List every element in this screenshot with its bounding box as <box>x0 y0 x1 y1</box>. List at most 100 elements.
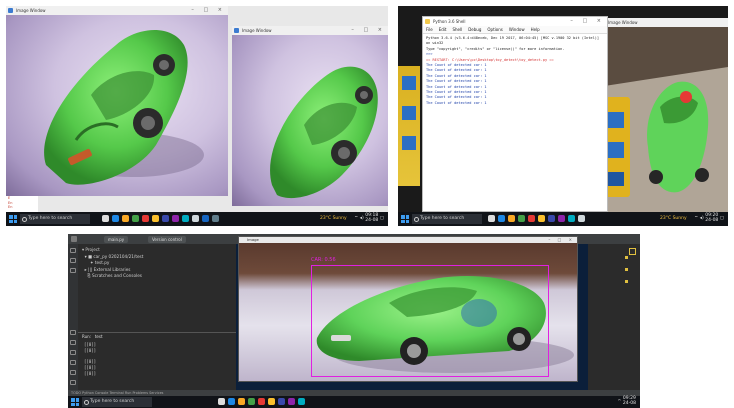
camera-frame <box>598 27 728 212</box>
clock[interactable]: 09:18 24-08 <box>365 213 378 223</box>
run-tab[interactable]: Run: test <box>82 334 103 339</box>
structure-icon[interactable] <box>70 258 76 263</box>
settings-icon[interactable] <box>70 380 76 385</box>
shell-menu-item-window[interactable]: Window <box>509 27 525 32</box>
file-explorer-icon[interactable] <box>508 215 515 222</box>
app-icon[interactable] <box>212 215 219 222</box>
detection-window-title: Image <box>247 237 259 242</box>
shell-menu-item-debug[interactable]: Debug <box>468 27 481 32</box>
project-icon[interactable] <box>70 248 76 253</box>
file-explorer-icon[interactable] <box>122 215 129 222</box>
windows-start-icon[interactable] <box>9 215 17 223</box>
bookmark-icon[interactable] <box>70 268 76 273</box>
volume-icon[interactable]: ◂) <box>700 216 704 221</box>
camera-frame <box>6 15 228 196</box>
taskbar-pinned-apps <box>488 215 585 223</box>
taskbar-search-box[interactable]: Type here to search <box>82 397 152 407</box>
taskbar-search-box[interactable]: Type here to search <box>412 214 482 224</box>
shell-menu-item-edit[interactable]: Edit <box>439 27 447 32</box>
python-icon[interactable] <box>162 215 169 222</box>
run-icon[interactable] <box>70 330 76 335</box>
weather-widget[interactable]: 23°C Sunny <box>320 216 347 221</box>
problems-icon[interactable] <box>70 370 76 375</box>
wifi-icon[interactable]: ⌔ <box>694 216 698 221</box>
warning-icon[interactable] <box>629 248 636 255</box>
windows-start-icon[interactable] <box>401 215 409 223</box>
console-icon[interactable] <box>70 350 76 355</box>
shell-menu-item-help[interactable]: Help <box>531 27 540 32</box>
app-icon[interactable] <box>288 398 295 405</box>
app-icon[interactable] <box>578 215 585 222</box>
detection-image-window[interactable]: Image – □ × CAR: 0.56 <box>238 236 578 382</box>
screenshot-python-shell-and-camera: Image Window Python 3.6 Shell – □ × File… <box>398 6 728 226</box>
taskbar-search-placeholder: Type here to search <box>90 399 135 404</box>
notification-icon[interactable]: ▢ <box>720 216 724 221</box>
weather-widget[interactable]: 23°C Sunny <box>660 216 687 221</box>
marker-icon <box>625 256 628 259</box>
wifi-icon[interactable]: ⌔ <box>354 216 358 221</box>
image-window-secondary[interactable]: Image Window – □ × <box>232 26 388 206</box>
volume-icon[interactable]: ◂) <box>360 216 364 221</box>
edge-icon[interactable] <box>112 215 119 222</box>
wifi-icon[interactable]: ⌔ <box>617 400 621 405</box>
taskbar-search-placeholder: Type here to search <box>28 216 73 221</box>
app-icon[interactable] <box>192 215 199 222</box>
taskbar-pinned-apps <box>102 215 219 223</box>
camera-window[interactable]: Image Window <box>598 18 728 212</box>
tab-version-control[interactable]: Version control <box>148 236 186 243</box>
ide-editor-right <box>588 244 640 396</box>
debug-icon[interactable] <box>70 340 76 345</box>
app-icon[interactable] <box>558 215 565 222</box>
camera-window-titlebar[interactable]: Image Window <box>598 18 728 27</box>
project-tree[interactable]: ▾ Project ▾ ■ car_py 0202104/21/test ✦ t… <box>82 247 143 280</box>
shell-output[interactable]: Python 3.6.4 (v3.6.4:d48eceb, Dec 19 201… <box>423 34 607 211</box>
windows-taskbar: Type here to search ⌔ 09:29 24-08 <box>68 396 640 408</box>
run-output-line: [[0]] <box>84 342 97 347</box>
shell-menu-item-options[interactable]: Options <box>487 27 502 32</box>
terminal-icon[interactable] <box>70 360 76 365</box>
image-window-titlebar[interactable]: Image Window – □ × <box>6 6 228 15</box>
task-view-icon[interactable] <box>488 215 495 222</box>
shell-titlebar[interactable]: Python 3.6 Shell – □ × <box>423 17 607 26</box>
app-icon[interactable] <box>268 398 275 405</box>
menu-icon[interactable] <box>71 236 77 242</box>
window-controls[interactable]: – □ × <box>191 6 226 15</box>
windows-start-icon[interactable] <box>71 398 79 406</box>
image-window-main[interactable]: Image Window – □ × <box>6 6 228 196</box>
python-icon[interactable] <box>548 215 555 222</box>
app-icon[interactable] <box>142 215 149 222</box>
window-controls[interactable]: – □ × <box>570 17 605 26</box>
notification-icon[interactable]: ▢ <box>380 216 384 221</box>
shell-menu-item-file[interactable]: File <box>426 27 433 32</box>
store-icon[interactable] <box>518 215 525 222</box>
app-icon[interactable] <box>182 215 189 222</box>
python-icon[interactable] <box>278 398 285 405</box>
app-icon[interactable] <box>538 215 545 222</box>
app-icon[interactable] <box>152 215 159 222</box>
run-output[interactable]: [[0]] [[0]] [[0]] [[0]] [[0]] <box>84 342 96 377</box>
store-icon[interactable] <box>132 215 139 222</box>
app-icon[interactable] <box>202 215 209 222</box>
app-icon[interactable] <box>568 215 575 222</box>
file-explorer-icon[interactable] <box>238 398 245 405</box>
taskbar-search-box[interactable]: Type here to search <box>20 214 90 224</box>
shell-menu-item-shell[interactable]: Shell <box>452 27 462 32</box>
edge-icon[interactable] <box>228 398 235 405</box>
clock[interactable]: 09:29 24-08 <box>623 396 636 406</box>
image-window-2-titlebar[interactable]: Image Window – □ × <box>232 26 388 35</box>
app-icon[interactable] <box>298 398 305 405</box>
app-icon[interactable] <box>258 398 265 405</box>
task-view-icon[interactable] <box>218 398 225 405</box>
window-controls[interactable]: – □ × <box>351 26 386 35</box>
app-icon[interactable] <box>172 215 179 222</box>
detection-bounding-box <box>311 265 549 377</box>
screenshot-ide-with-detection: main.py Version control ▾ Project ▾ ■ ca… <box>68 234 640 408</box>
tree-item[interactable]: ⎘ Scratches and Consoles <box>82 273 143 280</box>
edge-icon[interactable] <box>498 215 505 222</box>
store-icon[interactable] <box>248 398 255 405</box>
clock[interactable]: 09:20 24-08 <box>705 213 718 223</box>
task-view-icon[interactable] <box>102 215 109 222</box>
app-icon[interactable] <box>528 215 535 222</box>
tab-main[interactable]: main.py <box>104 236 129 243</box>
python-shell-window[interactable]: Python 3.6 Shell – □ × File Edit Shell Debu… <box>422 16 608 212</box>
